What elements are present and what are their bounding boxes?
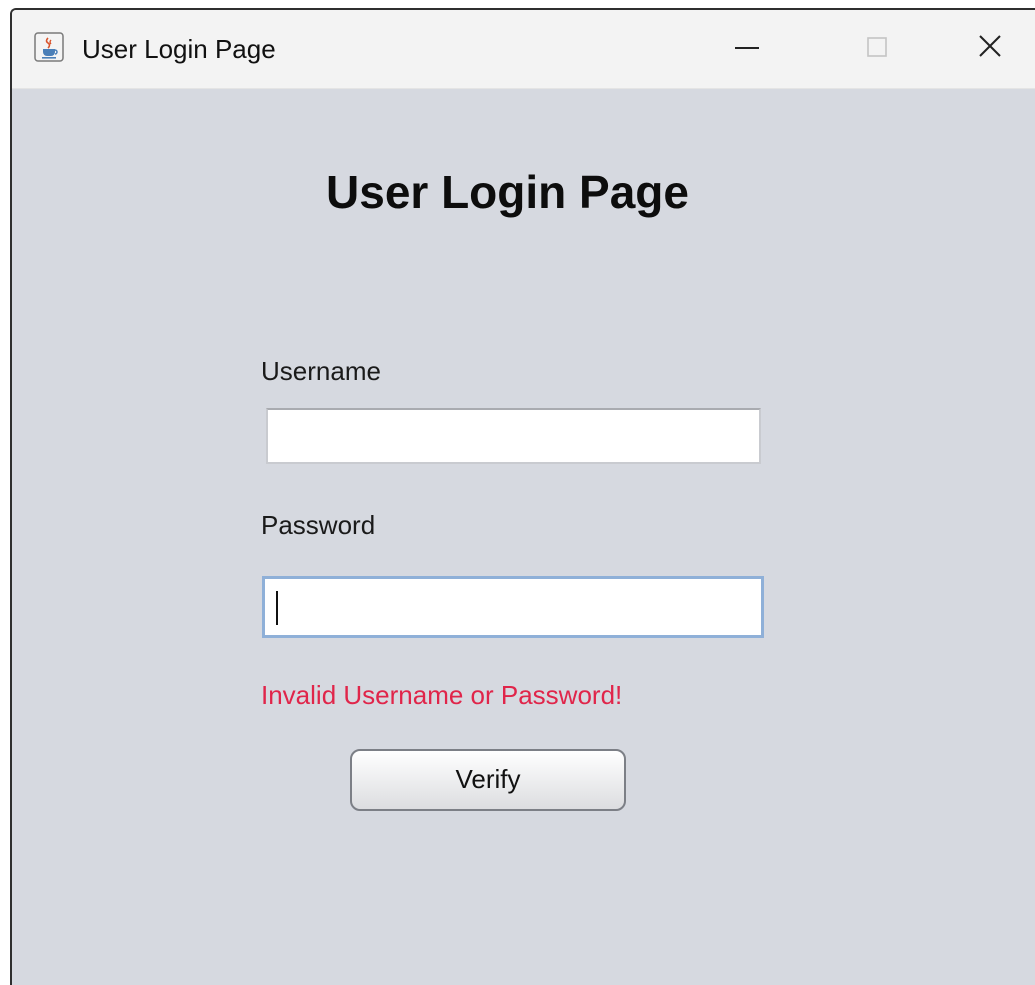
- java-cup-icon: [34, 32, 64, 62]
- password-label: Password: [261, 510, 376, 540]
- minimize-icon[interactable]: [717, 26, 777, 70]
- verify-button[interactable]: Verify: [350, 749, 626, 811]
- username-input[interactable]: [266, 408, 761, 464]
- app-window: User Login Page: [10, 8, 1035, 985]
- username-label: Username: [261, 356, 381, 386]
- maximize-icon[interactable]: [847, 26, 907, 70]
- close-icon[interactable]: [962, 26, 1022, 70]
- password-input[interactable]: [262, 576, 764, 638]
- window-title: User Login Page: [82, 34, 276, 64]
- page-title: User Login Page: [326, 166, 689, 218]
- title-bar[interactable]: User Login Page: [12, 10, 1035, 89]
- error-message: Invalid Username or Password!: [261, 680, 623, 710]
- text-caret: [276, 591, 278, 625]
